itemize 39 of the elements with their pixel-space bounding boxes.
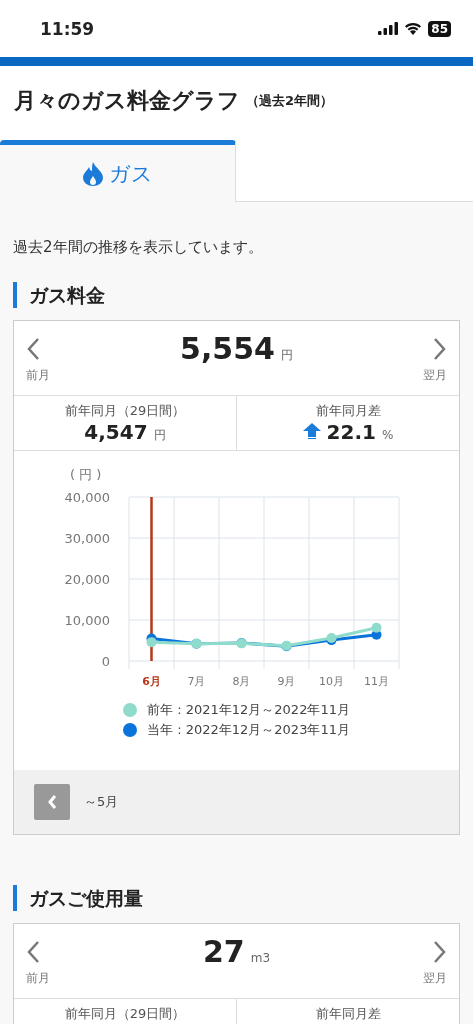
- main-unit: m3: [250, 951, 271, 965]
- next-month-button[interactable]: 翌月: [423, 940, 447, 987]
- section-heading: ガス料金: [13, 282, 473, 308]
- section-heading: ガスご使用量: [13, 885, 473, 911]
- stat-label: 前年同月（29日間）: [64, 1005, 186, 1023]
- y-tick-label: 30,000: [64, 531, 110, 546]
- status-time: 11:59: [40, 18, 95, 39]
- main-value: 27: [202, 934, 245, 969]
- x-tick-label: 10月: [319, 675, 344, 688]
- stat-label: 前年同月差: [315, 1005, 381, 1023]
- stat-value: 22.1: [326, 420, 376, 444]
- x-tick-label: 11月: [364, 675, 389, 688]
- stat-value: 4,547: [84, 420, 148, 444]
- stat-unit: %: [381, 428, 394, 442]
- x-tick-label: 7月: [187, 675, 206, 688]
- battery-level: 85: [428, 20, 451, 37]
- page-subtitle: （過去2年間）: [246, 92, 334, 110]
- legend-label: 当年 : 2022年12月～2023年11月: [147, 721, 350, 739]
- next-month-button[interactable]: 翌月: [423, 337, 447, 384]
- y-tick-label: 0: [101, 654, 110, 669]
- stat-label: 前年同月（29日間）: [64, 402, 186, 420]
- previous-month-button[interactable]: 前月: [26, 337, 50, 384]
- y-tick-label: 20,000: [64, 572, 110, 587]
- tab[interactable]: ガス: [0, 140, 236, 202]
- description-text: 過去2年間の推移を表示しています。: [13, 238, 264, 257]
- stat-unit: 円: [153, 427, 166, 444]
- pager-label: ～5月: [84, 793, 119, 811]
- x-tick-label: 8月: [232, 675, 251, 688]
- x-tick-label: 6月: [142, 675, 161, 688]
- stat-label: 前年同月差: [315, 402, 381, 420]
- page-title: 月々のガス料金グラフ: [14, 87, 240, 115]
- main-value: 5,554: [180, 331, 275, 366]
- legend-label: 前年 : 2021年12月～2022年11月: [147, 701, 350, 719]
- x-tick-label: 9月: [277, 675, 296, 688]
- main-unit: 円: [280, 347, 293, 364]
- y-tick-label: 40,000: [64, 490, 110, 505]
- previous-month-button[interactable]: 前月: [26, 940, 50, 987]
- y-tick-label: 10,000: [64, 613, 110, 628]
- y-axis-label: ( 円 ): [70, 467, 102, 482]
